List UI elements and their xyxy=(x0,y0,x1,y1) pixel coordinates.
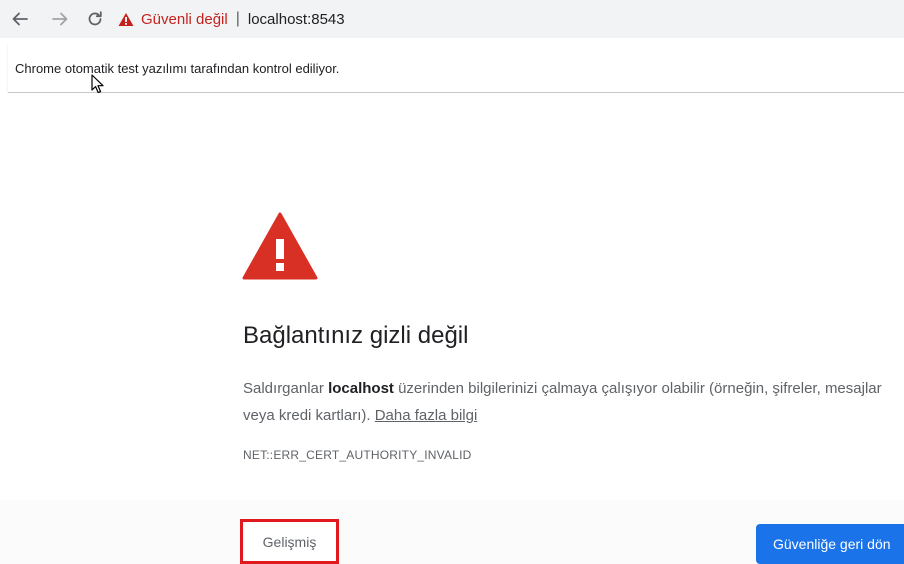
reload-button[interactable] xyxy=(81,5,109,33)
url-text[interactable]: localhost:8543 xyxy=(248,11,345,28)
security-label: Güvenli değil xyxy=(141,10,228,28)
browser-toolbar: Güvenli değil | localhost:8543 xyxy=(0,0,904,38)
forward-button[interactable] xyxy=(46,5,74,33)
address-bar[interactable]: Güvenli değil | localhost:8543 xyxy=(118,5,904,33)
warning-triangle-icon xyxy=(242,212,318,280)
back-to-safety-button[interactable]: Güvenliğe geri dön xyxy=(756,524,904,564)
arrow-left-icon xyxy=(12,12,28,26)
explanation-text: Saldırganlar localhost üzerinden bilgile… xyxy=(243,375,893,429)
error-code: NET::ERR_CERT_AUTHORITY_INVALID xyxy=(243,448,472,462)
infobar-message: Chrome otomatik test yazılımı tarafından… xyxy=(15,60,340,76)
url-separator: | xyxy=(235,10,240,27)
explanation-before: Saldırganlar xyxy=(243,380,329,397)
advanced-button[interactable]: Gelişmiş xyxy=(240,519,339,564)
automation-infobar: Chrome otomatik test yazılımı tarafından… xyxy=(8,44,904,93)
mouse-cursor-icon xyxy=(91,74,104,94)
warning-triangle-icon xyxy=(118,12,134,26)
page-heading: Bağlantınız gizli değil xyxy=(243,322,469,349)
back-button[interactable] xyxy=(6,5,34,33)
reload-icon xyxy=(88,11,102,26)
explanation-host: localhost xyxy=(328,380,394,397)
arrow-right-icon xyxy=(52,12,68,26)
security-chip[interactable]: Güvenli değil xyxy=(118,11,228,28)
learn-more-link[interactable]: Daha fazla bilgi xyxy=(375,407,478,424)
